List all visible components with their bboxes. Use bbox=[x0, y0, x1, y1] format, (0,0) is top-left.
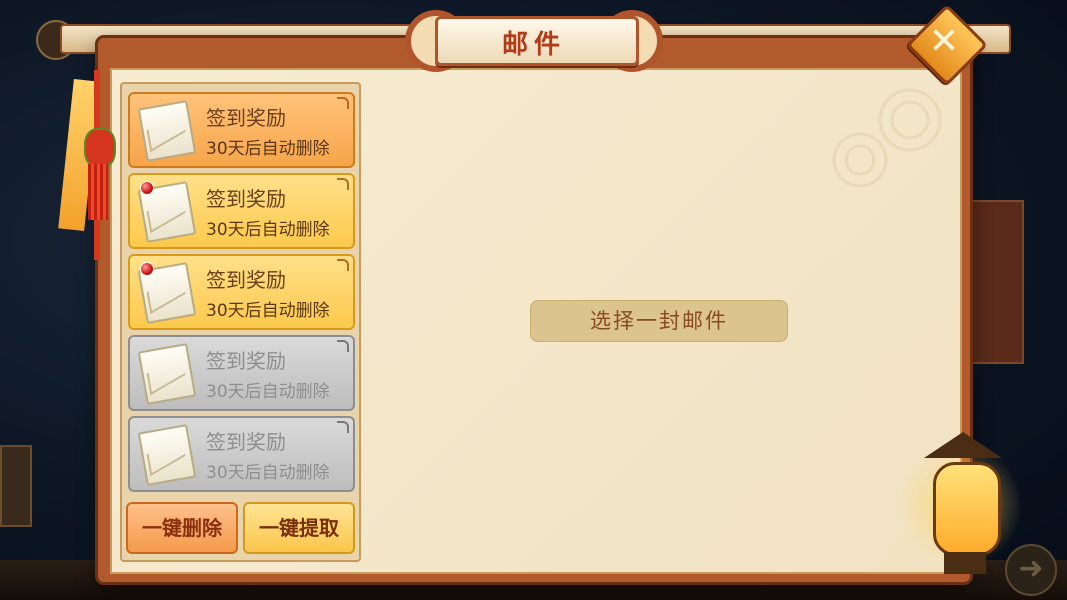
corner-ornament bbox=[337, 178, 349, 190]
title-plaque: 邮件 bbox=[405, 6, 663, 72]
tassel-fringe bbox=[88, 164, 108, 220]
corner-ornament bbox=[337, 340, 349, 352]
mail-expiry: 30天后自动删除 bbox=[206, 463, 330, 483]
unread-dot-icon bbox=[140, 181, 154, 195]
corner-ornament bbox=[337, 421, 349, 433]
envelope-icon bbox=[137, 424, 197, 486]
mail-expiry: 30天后自动删除 bbox=[206, 220, 330, 240]
unread-dot-icon bbox=[140, 262, 154, 276]
mail-title: 签到奖励 bbox=[206, 349, 286, 373]
next-arrow-icon: ➜ bbox=[1005, 544, 1057, 596]
delete-all-button[interactable]: 一键删除 bbox=[126, 502, 238, 554]
lantern-base bbox=[944, 552, 986, 574]
select-mail-placeholder: 选择一封邮件 bbox=[530, 300, 788, 342]
corner-ornament bbox=[337, 97, 349, 109]
corner-ornament bbox=[337, 259, 349, 271]
lantern-body bbox=[933, 462, 1001, 556]
mail-item[interactable]: 签到奖励 30天后自动删除 bbox=[128, 335, 355, 411]
mail-title: 签到奖励 bbox=[206, 430, 286, 454]
envelope-icon bbox=[137, 100, 197, 162]
mail-item[interactable]: 签到奖励 30天后自动删除 bbox=[128, 92, 355, 168]
mail-item[interactable]: 签到奖励 30天后自动删除 bbox=[128, 173, 355, 249]
mail-expiry: 30天后自动删除 bbox=[206, 139, 330, 159]
mail-item[interactable]: 签到奖励 30天后自动删除 bbox=[128, 416, 355, 492]
tassel-knot-icon bbox=[84, 128, 116, 168]
envelope-icon bbox=[137, 343, 197, 405]
close-icon[interactable]: ✕ bbox=[918, 16, 970, 68]
claim-all-button[interactable]: 一键提取 bbox=[243, 502, 355, 554]
cloud-pattern-icon bbox=[832, 88, 942, 188]
mail-item[interactable]: 签到奖励 30天后自动删除 bbox=[128, 254, 355, 330]
mail-title: 签到奖励 bbox=[206, 187, 286, 211]
ranking-tab bbox=[0, 445, 32, 527]
mail-title: 签到奖励 bbox=[206, 268, 286, 292]
mail-list: 签到奖励 30天后自动删除 签到奖励 30天后自动删除 签到奖励 30天后自动删… bbox=[120, 82, 361, 562]
mail-expiry: 30天后自动删除 bbox=[206, 382, 330, 402]
mail-title: 签到奖励 bbox=[206, 106, 286, 130]
page-title: 邮件 bbox=[501, 30, 566, 60]
mail-expiry: 30天后自动删除 bbox=[206, 301, 330, 321]
